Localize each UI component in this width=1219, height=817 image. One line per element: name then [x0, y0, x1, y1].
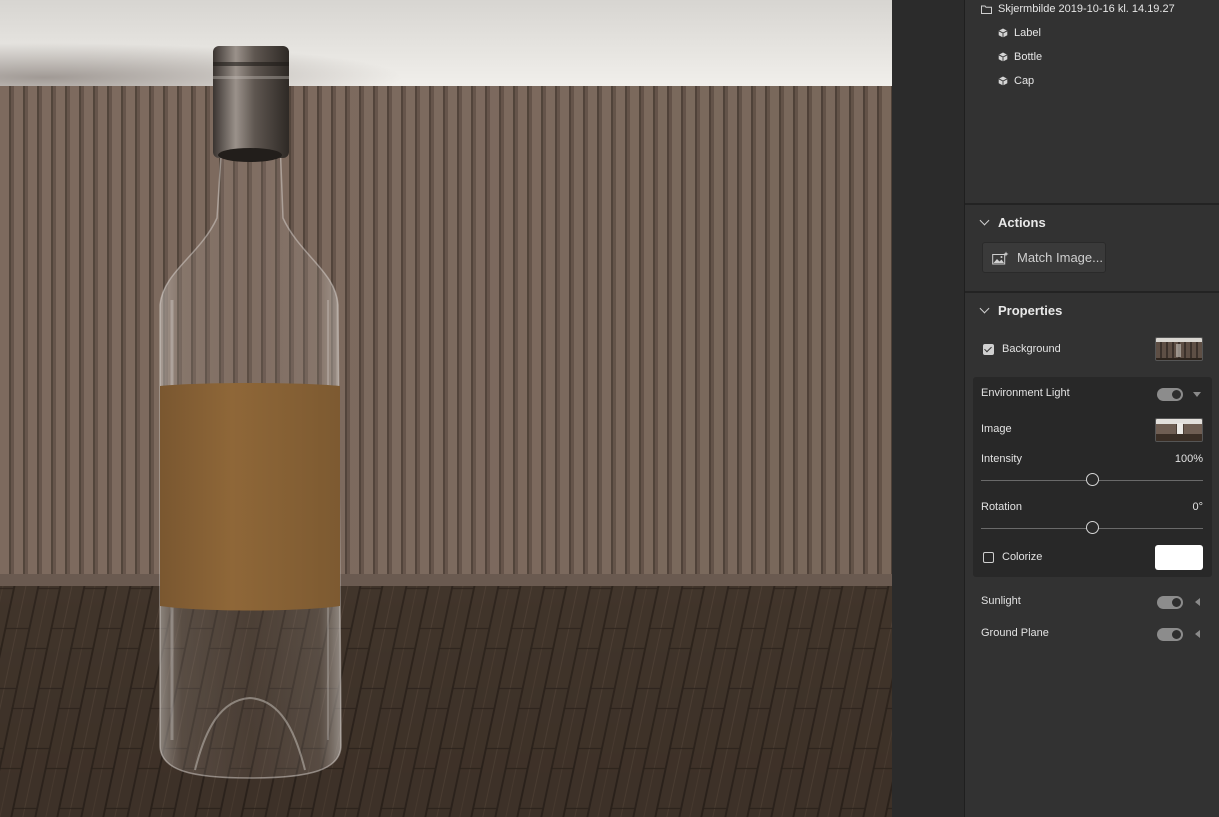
actions-header[interactable]: Actions [979, 215, 1046, 230]
tree-item-text: Cap [1014, 75, 1035, 87]
actions-title: Actions [998, 215, 1046, 230]
rotation-value: 0° [1192, 501, 1203, 513]
tree-item-cap[interactable]: Cap [998, 75, 1034, 87]
tree-item-text: Bottle [1014, 51, 1043, 63]
environment-light-label: Environment Light [981, 387, 1070, 399]
image-label: Image [981, 423, 1012, 435]
match-image-label: Match Image... [1017, 250, 1103, 265]
render-viewport[interactable] [0, 0, 892, 817]
tree-item-text: Label [1014, 27, 1041, 39]
background-checkbox[interactable] [983, 344, 994, 355]
bottle-cap[interactable] [213, 46, 289, 162]
intensity-slider-thumb[interactable] [1085, 473, 1099, 486]
scene-render[interactable] [0, 0, 892, 817]
background-thumbnail[interactable] [1155, 337, 1203, 361]
sunlight-label: Sunlight [981, 595, 1021, 607]
environment-light-toggle[interactable] [1157, 388, 1183, 401]
environment-image-thumbnail[interactable] [1155, 418, 1203, 442]
folder-icon [981, 5, 992, 14]
tree-item-label[interactable]: Label [998, 27, 1041, 39]
environment-preview [1156, 419, 1202, 441]
cube-icon [998, 76, 1008, 86]
image-sparkle-icon [992, 251, 1009, 264]
caret-left-icon[interactable] [1195, 630, 1200, 638]
match-image-button[interactable]: Match Image... [982, 242, 1106, 273]
rotation-slider-thumb[interactable] [1085, 521, 1099, 534]
colorize-color-swatch[interactable] [1155, 545, 1203, 570]
properties-panel: Skjermbilde 2019-10-16 kl. 14.19.27 Labe… [964, 0, 1219, 817]
panel-gutter [892, 0, 964, 817]
background-preview [1156, 338, 1202, 360]
properties-header[interactable]: Properties [979, 303, 1063, 318]
sunlight-toggle[interactable] [1157, 596, 1183, 609]
rotation-label: Rotation [981, 501, 1022, 513]
bottle-label[interactable] [160, 383, 340, 611]
caret-left-icon[interactable] [1195, 598, 1200, 606]
colorize-checkbox[interactable] [983, 552, 994, 563]
properties-title: Properties [998, 303, 1063, 318]
tree-item-bottle[interactable]: Bottle [998, 51, 1042, 63]
background-label: Background [1002, 343, 1061, 355]
scene-root[interactable]: Skjermbilde 2019-10-16 kl. 14.19.27 [981, 3, 1175, 15]
scene-root-label: Skjermbilde 2019-10-16 kl. 14.19.27 [998, 3, 1175, 15]
intensity-label: Intensity [981, 453, 1022, 465]
intensity-value: 100% [1174, 453, 1203, 465]
section-divider [965, 291, 1219, 293]
cube-icon [998, 52, 1008, 62]
chevron-down-icon [979, 215, 990, 226]
caret-down-icon[interactable] [1193, 392, 1201, 397]
section-divider [965, 203, 1219, 205]
cube-icon [998, 28, 1008, 38]
ground-plane-label: Ground Plane [981, 627, 1049, 639]
chevron-down-icon [979, 303, 990, 314]
colorize-label: Colorize [1002, 551, 1043, 563]
ground-plane-toggle[interactable] [1157, 628, 1183, 641]
